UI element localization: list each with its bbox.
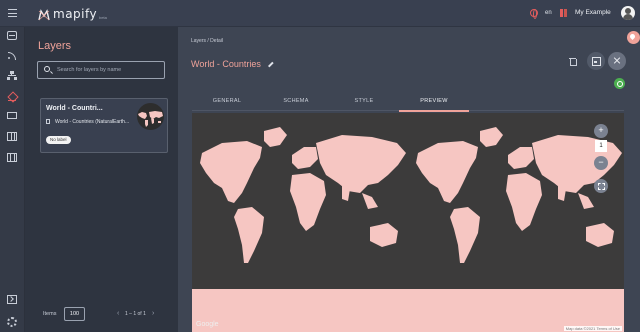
fit-extent-button[interactable] <box>594 179 608 193</box>
console-icon[interactable] <box>7 295 17 304</box>
layer-thumbnail <box>137 103 164 130</box>
search-input[interactable]: Search for layers by name <box>37 61 165 79</box>
world-map <box>192 113 624 332</box>
tab-schema[interactable]: SCHEMA <box>261 91 331 111</box>
layer-label-chip[interactable]: No label <box>46 136 71 144</box>
logo-mark-icon <box>38 9 50 21</box>
book-icon[interactable] <box>560 9 568 17</box>
page-range: 1 – 1 of 1 <box>125 311 146 317</box>
items-per-page-label: Items <box>43 311 57 317</box>
app-logo[interactable]: mapify beta <box>38 6 107 21</box>
tab-general[interactable]: GENERAL <box>192 91 262 111</box>
tab-style[interactable]: STYLE <box>329 91 399 111</box>
gear-icon[interactable] <box>7 317 17 327</box>
icon-rail <box>0 27 25 332</box>
map-preview[interactable]: Google Map data ©2021 Terms of Use <box>192 113 624 332</box>
document-icon <box>46 119 50 124</box>
monitor-icon[interactable] <box>7 112 17 119</box>
menu-icon[interactable] <box>8 9 17 17</box>
layer-card-source: World - Countries (NaturalEarth... <box>55 119 130 125</box>
page-title: World - Countries <box>191 59 261 69</box>
breadcrumb[interactable]: Layers / Detail <box>191 38 223 44</box>
avatar[interactable] <box>621 6 635 20</box>
pencil-icon[interactable] <box>268 61 274 68</box>
database-icon[interactable] <box>7 31 17 40</box>
search-placeholder: Search for layers by name <box>57 67 122 73</box>
top-bar: mapify beta en My Example <box>0 0 640 27</box>
globe-icon[interactable] <box>530 9 538 19</box>
tab-preview[interactable]: PREVIEW <box>399 91 469 112</box>
layers-icon[interactable] <box>7 92 17 101</box>
layer-card[interactable]: World - Countri... World - Countries (Na… <box>40 98 168 153</box>
feedback-button[interactable] <box>627 31 640 44</box>
items-per-page-select[interactable]: 100 <box>64 307 85 321</box>
map-icon[interactable] <box>7 153 17 162</box>
layer-card-title: World - Countri... <box>46 105 103 112</box>
save-button[interactable] <box>587 52 605 70</box>
rss-icon[interactable] <box>7 51 17 60</box>
zoom-in-button[interactable]: + <box>594 124 608 138</box>
delete-button[interactable] <box>564 53 582 71</box>
layer-detail: Layers / Detail World - Countries GENERA… <box>178 27 640 332</box>
app-name: mapify <box>53 7 98 21</box>
zoom-out-button[interactable]: − <box>594 156 608 170</box>
zoom-level: 1 <box>595 140 607 152</box>
language-selector[interactable]: en <box>545 10 552 16</box>
layers-panel: Layers Search for layers by name World -… <box>25 27 178 332</box>
panel-title: Layers <box>38 40 72 52</box>
beta-badge: beta <box>99 15 107 20</box>
grid-icon[interactable] <box>7 132 17 141</box>
detail-tabs: GENERAL SCHEMA STYLE PREVIEW <box>192 91 624 112</box>
search-icon <box>44 66 50 72</box>
sitemap-icon[interactable] <box>7 71 17 80</box>
prev-page-button[interactable]: ‹ <box>117 310 119 317</box>
next-page-button[interactable]: › <box>152 310 154 317</box>
publish-button[interactable] <box>614 78 625 89</box>
user-name[interactable]: My Example <box>575 9 611 16</box>
close-button[interactable] <box>608 52 626 70</box>
map-attribution[interactable]: Map data ©2021 Terms of Use <box>563 326 622 331</box>
google-logo: Google <box>196 321 219 328</box>
